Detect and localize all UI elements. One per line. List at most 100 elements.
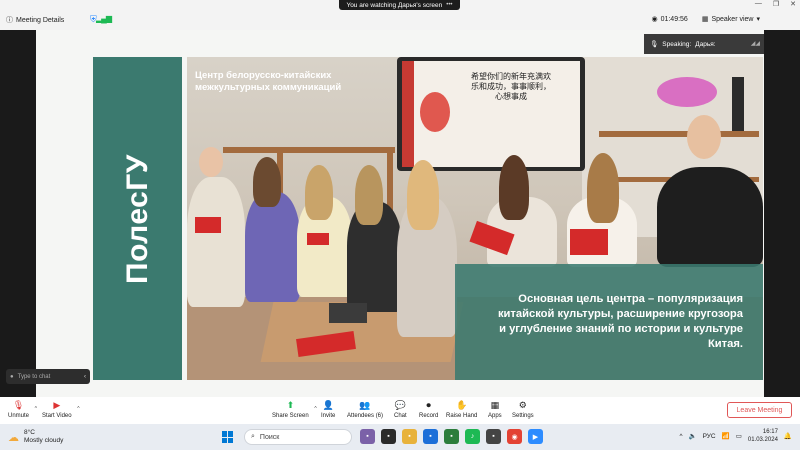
- more-icon[interactable]: •••: [446, 2, 452, 8]
- attendees-label: Attendees (6): [347, 413, 384, 419]
- speaker-name: Дарья:: [695, 40, 716, 48]
- speaker-view-button[interactable]: ▦ Speaker view ▾: [701, 15, 760, 24]
- meeting-details-label: Meeting Details: [16, 16, 65, 24]
- close-icon[interactable]: ✕: [790, 0, 796, 8]
- taskbar-search[interactable]: ⌕ Поиск: [244, 429, 352, 445]
- person-hair: [407, 160, 439, 230]
- app-icon[interactable]: ▪: [360, 429, 375, 444]
- weather-text: Mostly cloudy: [24, 437, 64, 444]
- unmute-label: Unmute: [8, 413, 30, 419]
- shelf: [599, 131, 759, 137]
- active-speaker-panel[interactable]: 🎙 Speaking: Дарья: ◢◢: [644, 34, 764, 54]
- caret-up-icon[interactable]: ^: [35, 406, 37, 412]
- notification-icon[interactable]: 🔔: [784, 432, 792, 440]
- hand-icon: ✋: [456, 400, 468, 410]
- zoom-titlebar: ⓘ Meeting Details ⛨ ▂▄▆ You are watching…: [0, 0, 800, 30]
- settings-button[interactable]: ⚙ Settings: [512, 400, 534, 419]
- apps-button[interactable]: ▦ Apps: [488, 400, 502, 419]
- app-icon[interactable]: ▪: [423, 429, 438, 444]
- windows-start-icon[interactable]: [222, 431, 234, 443]
- attendees-button[interactable]: 👥 Attendees (6): [347, 400, 383, 419]
- windows-taskbar: ☁ 8°C Mostly cloudy ⌕ Поиск ▪ ▪ ▪ ▪ ▪ ♪ …: [0, 424, 800, 450]
- caret-up-icon[interactable]: ^: [77, 406, 79, 412]
- share-screen-button[interactable]: ⬆ Share Screen ^: [272, 400, 317, 419]
- chat-input[interactable]: ● Type to chat ‹: [6, 369, 90, 384]
- red-booklet: [570, 229, 608, 255]
- record-icon: ⏺: [426, 400, 431, 410]
- person-hair: [587, 153, 619, 223]
- record-label: Record: [419, 413, 439, 419]
- sharing-banner: You are watching Дарья's screen •••: [339, 0, 460, 10]
- app-icon[interactable]: ▪: [381, 429, 396, 444]
- chat-icon: 💬: [394, 400, 406, 410]
- language-indicator[interactable]: РУС: [703, 433, 716, 440]
- battery-icon[interactable]: ▭: [736, 432, 742, 440]
- sound-icon[interactable]: 🔈: [689, 432, 697, 440]
- caret-up-icon[interactable]: ^: [314, 406, 316, 412]
- chevron-up-icon[interactable]: ^: [679, 433, 682, 440]
- invite-button[interactable]: 👤 Invite: [321, 400, 335, 419]
- minimize-icon[interactable]: —: [755, 0, 762, 8]
- red-booklet: [307, 233, 329, 245]
- settings-label: Settings: [512, 413, 534, 419]
- goal-line: Основная цель центра – популяризация: [518, 293, 743, 305]
- meeting-details[interactable]: ⓘ Meeting Details: [6, 15, 64, 25]
- leave-label: Leave Meeting: [736, 406, 783, 414]
- connection-signal-icon[interactable]: ▂▄▆: [96, 14, 112, 23]
- attendees-icon: 👥: [359, 400, 371, 410]
- orchid-flowers: [657, 77, 717, 107]
- meeting-timer: ◉ 01:49:56: [651, 15, 688, 24]
- leave-meeting-button[interactable]: Leave Meeting: [727, 402, 792, 418]
- pinned-apps: ▪ ▪ ▪ ▪ ▪ ♪ ▪ ◉ ▶: [360, 429, 543, 444]
- person-head: [199, 147, 223, 177]
- vase: [732, 77, 744, 131]
- wifi-icon[interactable]: 📶: [722, 432, 730, 440]
- view-label: Speaker view: [711, 15, 754, 23]
- zoom-icon[interactable]: ▶: [528, 429, 543, 444]
- person: [245, 192, 300, 302]
- mic-muted-icon: 🎙: [12, 400, 25, 410]
- unmute-button[interactable]: 🎙 Unmute ^: [8, 400, 37, 419]
- person-hair: [499, 155, 529, 220]
- red-booklet: [195, 217, 221, 233]
- shield-check-icon: ◉: [651, 16, 658, 23]
- chevron-down-icon: ▾: [756, 16, 760, 23]
- app-icon[interactable]: ▪: [444, 429, 459, 444]
- tv-slide-decor: [402, 61, 414, 167]
- goal-line: и углубление знаний по истории и культур…: [499, 323, 743, 335]
- goal-line: Китая.: [707, 338, 743, 350]
- panel-controls-icon[interactable]: ◢◢: [751, 40, 760, 47]
- share-screen-icon: ⬆: [286, 400, 295, 410]
- chat-label: Chat: [394, 413, 407, 419]
- apps-icon: ▦: [490, 400, 500, 410]
- person: [657, 167, 763, 267]
- speaking-label: Speaking:: [662, 40, 692, 48]
- clock-date: 01.03.2024: [747, 437, 778, 443]
- grid-icon: ▦: [701, 16, 709, 23]
- spotify-icon[interactable]: ♪: [465, 429, 480, 444]
- weather-widget[interactable]: ☁ 8°C Mostly cloudy: [8, 429, 63, 445]
- person: [187, 177, 245, 307]
- person-hair: [253, 157, 281, 207]
- app-icon[interactable]: ▪: [486, 429, 501, 444]
- search-placeholder: Поиск: [259, 433, 280, 441]
- chat-button[interactable]: 💬 Chat: [394, 400, 407, 419]
- brand-text: ПолесГУ: [120, 153, 154, 284]
- folder-icon[interactable]: ▪: [402, 429, 417, 444]
- chrome-icon[interactable]: ◉: [507, 429, 522, 444]
- chat-placeholder: Type to chat: [17, 373, 51, 380]
- record-button[interactable]: ⏺ Record: [419, 400, 438, 419]
- meeting-toolbar: 🎙 Unmute ^ ▶ Start Video ^ ⬆ Share Scree…: [0, 397, 800, 424]
- chevron-left-icon[interactable]: ‹: [84, 374, 86, 380]
- share-screen-label: Share Screen: [272, 413, 309, 419]
- raise-hand-button[interactable]: ✋ Raise Hand: [446, 400, 477, 419]
- video-off-icon: ▶: [53, 400, 61, 410]
- maximize-icon[interactable]: ❐: [773, 0, 779, 8]
- clock[interactable]: 16:17 01.03.2024: [748, 428, 778, 444]
- start-video-label: Start Video: [42, 413, 72, 419]
- laptop: [329, 303, 367, 323]
- person-head: [687, 115, 721, 159]
- timer-text: 01:49:56: [660, 15, 688, 23]
- brand-logo: ПолесГУ: [93, 57, 182, 380]
- start-video-button[interactable]: ▶ Start Video ^: [42, 400, 80, 419]
